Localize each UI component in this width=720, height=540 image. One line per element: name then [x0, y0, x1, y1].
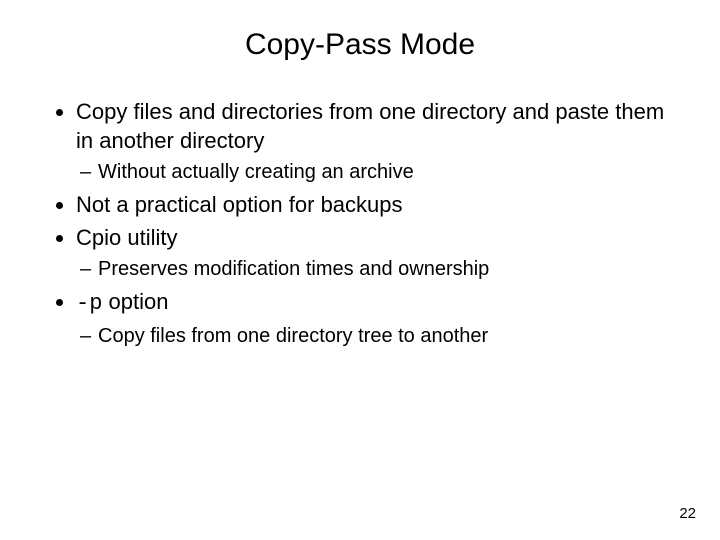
bullet-item: Not a practical option for backups: [76, 191, 680, 220]
bullet-text: option: [102, 289, 168, 314]
bullet-item: Copy files and directories from one dire…: [76, 98, 680, 185]
bullet-item: -p option Copy files from one directory …: [76, 288, 680, 349]
bullet-code: -p: [76, 291, 102, 316]
slide-title: Copy-Pass Mode: [40, 28, 680, 62]
bullet-text: Cpio utility: [76, 225, 177, 250]
sub-list: Preserves modification times and ownersh…: [76, 256, 680, 282]
bullet-item: Cpio utility Preserves modification time…: [76, 224, 680, 283]
sub-list: Copy files from one directory tree to an…: [76, 323, 680, 349]
bullet-list: Copy files and directories from one dire…: [40, 98, 680, 349]
sub-list: Without actually creating an archive: [76, 159, 680, 185]
bullet-text: Copy files and directories from one dire…: [76, 99, 664, 153]
sub-item: Without actually creating an archive: [98, 159, 680, 185]
bullet-text: Not a practical option for backups: [76, 192, 403, 217]
slide: Copy-Pass Mode Copy files and directorie…: [0, 0, 720, 540]
sub-item: Preserves modification times and ownersh…: [98, 256, 680, 282]
page-number: 22: [679, 505, 696, 522]
sub-item: Copy files from one directory tree to an…: [98, 323, 680, 349]
